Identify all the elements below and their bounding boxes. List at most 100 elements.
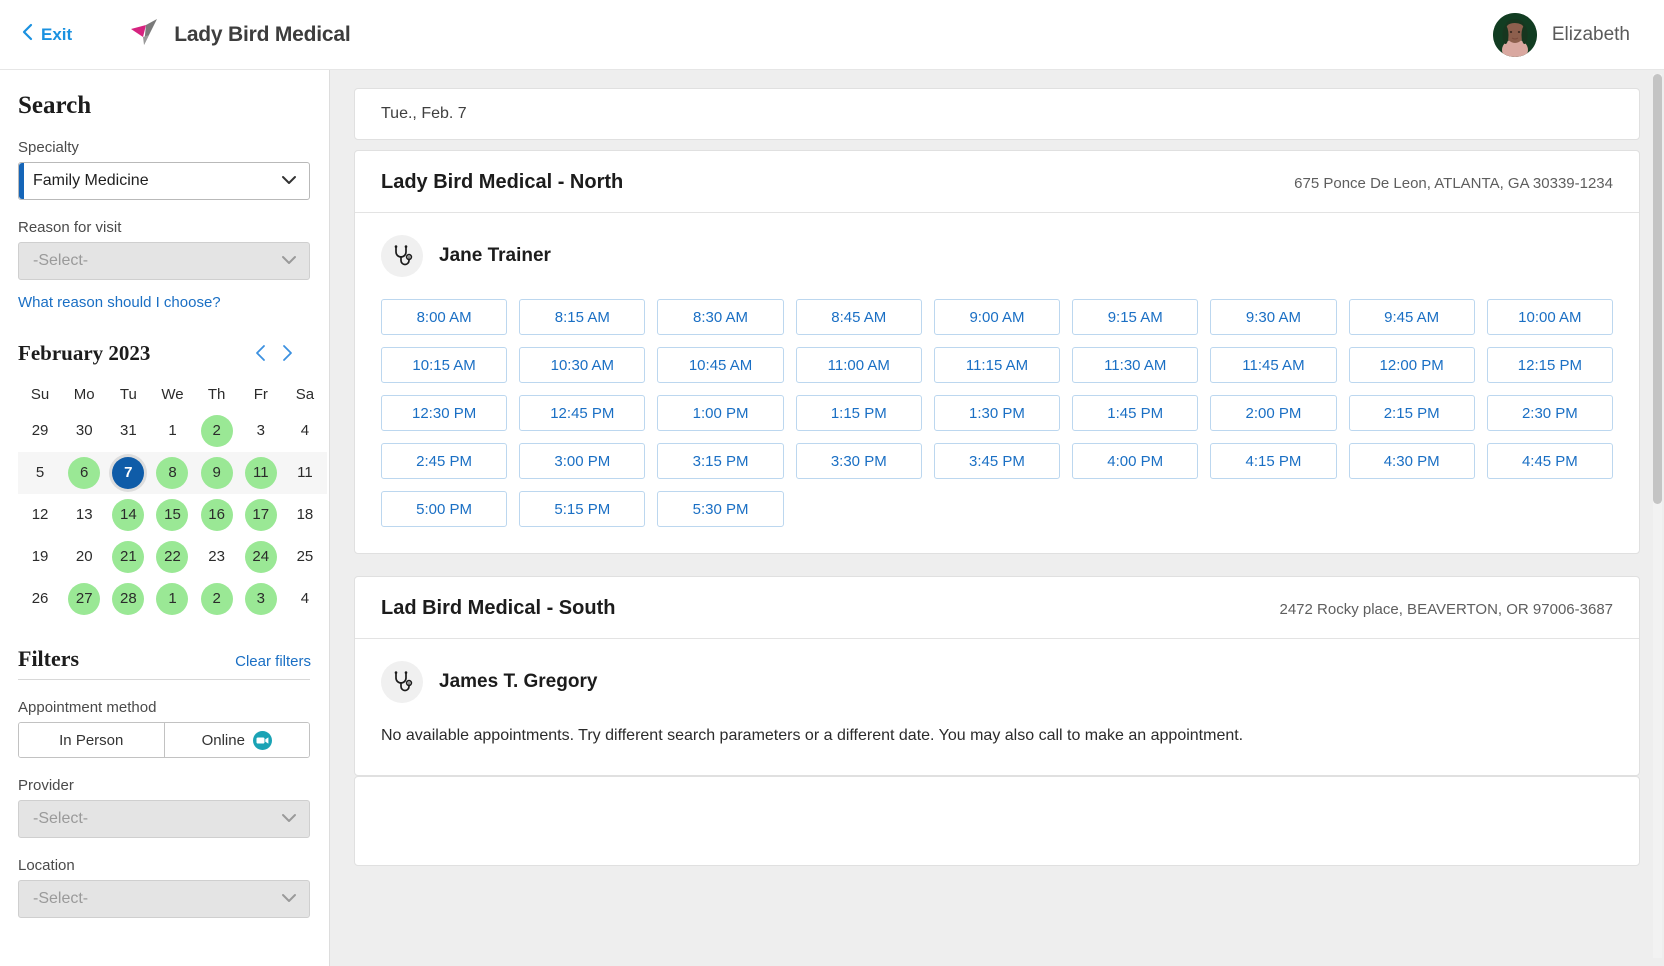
calendar-day-21[interactable]: 21 — [112, 541, 145, 573]
calendar-cell: 12 — [18, 494, 62, 536]
calendar-cell: 9 — [195, 452, 239, 494]
calendar-day-11[interactable]: 11 — [244, 457, 277, 489]
appointment-method-in-person[interactable]: In Person — [19, 723, 164, 757]
calendar-day-26[interactable]: 26 — [24, 583, 56, 615]
calendar-day-25[interactable]: 25 — [289, 541, 321, 573]
time-slot-button[interactable]: 8:45 AM — [795, 299, 922, 335]
time-slot-button[interactable]: 1:45 PM — [1072, 395, 1199, 431]
calendar-day-5[interactable]: 5 — [24, 457, 56, 489]
time-slot-button[interactable]: 5:15 PM — [519, 491, 646, 527]
calendar-day-2[interactable]: 2 — [200, 583, 233, 615]
calendar-day-28[interactable]: 28 — [112, 583, 145, 615]
time-slot-button[interactable]: 11:15 AM — [933, 347, 1061, 383]
time-slot-button[interactable]: 12:00 PM — [1348, 347, 1475, 383]
time-slot-button[interactable]: 1:15 PM — [795, 395, 922, 431]
calendar-day-12[interactable]: 12 — [24, 499, 56, 531]
time-slot-button[interactable]: 3:30 PM — [795, 443, 922, 479]
calendar-day-4[interactable]: 4 — [289, 583, 321, 615]
time-slot-button[interactable]: 9:15 AM — [1072, 299, 1199, 335]
calendar-day-2[interactable]: 2 — [200, 415, 233, 447]
calendar-day-1[interactable]: 1 — [156, 415, 188, 447]
calendar-day-22[interactable]: 22 — [156, 541, 189, 573]
time-slot-button[interactable]: 11:45 AM — [1210, 347, 1337, 383]
calendar-day-8[interactable]: 8 — [156, 457, 189, 489]
time-slot-button[interactable]: 4:15 PM — [1210, 443, 1337, 479]
calendar-day-23[interactable]: 23 — [201, 541, 233, 573]
location-card-partial — [354, 776, 1640, 866]
calendar-day-6[interactable]: 6 — [68, 457, 101, 489]
appointment-method-online[interactable]: Online — [163, 723, 309, 757]
calendar-day-20[interactable]: 20 — [68, 541, 100, 573]
calendar-day-16[interactable]: 16 — [200, 499, 233, 531]
time-slot-button[interactable]: 5:30 PM — [657, 491, 784, 527]
time-slot-button[interactable]: 4:00 PM — [1072, 443, 1199, 479]
time-slot-button[interactable]: 8:00 AM — [381, 299, 508, 335]
time-slot-button[interactable]: 9:00 AM — [933, 299, 1061, 335]
main-scrollbar[interactable] — [1653, 74, 1662, 958]
time-slot-button[interactable]: 3:45 PM — [933, 443, 1061, 479]
appointment-method-toggle[interactable]: In Person Online — [18, 722, 310, 758]
time-slot-button[interactable]: 10:30 AM — [519, 347, 646, 383]
time-slot-button[interactable]: 2:45 PM — [381, 443, 508, 479]
calendar-day-3[interactable]: 3 — [245, 415, 277, 447]
time-slot-button[interactable]: 12:15 PM — [1486, 347, 1613, 383]
calendar-cell: 3 — [239, 410, 283, 452]
time-slot-button[interactable]: 12:30 PM — [381, 395, 508, 431]
clear-filters-link[interactable]: Clear filters — [235, 653, 311, 670]
calendar-day-4[interactable]: 4 — [289, 415, 321, 447]
calendar-day-15[interactable]: 15 — [156, 499, 189, 531]
calendar-day-13[interactable]: 13 — [68, 499, 100, 531]
calendar-day-1[interactable]: 1 — [156, 583, 189, 615]
time-slot-button[interactable]: 5:00 PM — [381, 491, 508, 527]
time-slot-button[interactable]: 9:45 AM — [1348, 299, 1475, 335]
calendar-day-24[interactable]: 24 — [244, 541, 277, 573]
time-slot-button[interactable]: 3:00 PM — [519, 443, 646, 479]
time-slot-button[interactable]: 11:30 AM — [1072, 347, 1199, 383]
provider-select[interactable]: -Select- — [18, 800, 310, 838]
calendar-next-month-button[interactable] — [281, 344, 293, 362]
sidebar-scrollbar[interactable] — [322, 70, 329, 966]
main-scrollbar-thumb[interactable] — [1653, 74, 1662, 504]
location-label: Location — [18, 857, 75, 874]
exit-button[interactable]: Exit — [22, 23, 72, 46]
time-slot-button[interactable]: 8:30 AM — [657, 299, 784, 335]
reason-select[interactable]: -Select- — [18, 242, 310, 280]
calendar-day-29[interactable]: 29 — [24, 415, 56, 447]
calendar-day-18[interactable]: 18 — [289, 499, 321, 531]
calendar-prev-month-button[interactable] — [255, 344, 267, 362]
user-menu[interactable]: Elizabeth — [1492, 12, 1630, 57]
user-name: Elizabeth — [1551, 23, 1630, 45]
time-slot-button[interactable]: 10:15 AM — [381, 347, 508, 383]
calendar-day-3[interactable]: 3 — [244, 583, 277, 615]
time-slot-button[interactable]: 9:30 AM — [1210, 299, 1337, 335]
calendar-day-17[interactable]: 17 — [244, 499, 277, 531]
calendar-day-14[interactable]: 14 — [112, 499, 145, 531]
specialty-select[interactable]: Family Medicine — [18, 162, 310, 200]
time-slot-button[interactable]: 1:00 PM — [657, 395, 784, 431]
calendar-weekday-su: Su — [30, 385, 50, 403]
time-slot-button[interactable]: 4:45 PM — [1486, 443, 1613, 479]
no-appointments-message: No available appointments. Try different… — [381, 727, 1244, 744]
location-card: Lad Bird Medical - South 2472 Rocky place… — [354, 576, 1640, 776]
calendar-day-30[interactable]: 30 — [68, 415, 100, 447]
calendar-day-19[interactable]: 19 — [24, 541, 56, 573]
time-slot-button[interactable]: 2:00 PM — [1210, 395, 1337, 431]
calendar-day-9[interactable]: 9 — [200, 457, 233, 489]
reason-help-link[interactable]: What reason should I choose? — [18, 294, 221, 311]
time-slot-button[interactable]: 1:30 PM — [933, 395, 1061, 431]
calendar-day-31[interactable]: 31 — [112, 415, 144, 447]
time-slot-button[interactable]: 8:15 AM — [519, 299, 646, 335]
time-slot-button[interactable]: 12:45 PM — [519, 395, 646, 431]
time-slot-button[interactable]: 2:15 PM — [1348, 395, 1475, 431]
time-slot-button[interactable]: 2:30 PM — [1486, 395, 1613, 431]
time-slot-button[interactable]: 11:00 AM — [795, 347, 922, 383]
calendar-day-27[interactable]: 27 — [68, 583, 101, 615]
time-slot-button[interactable]: 3:15 PM — [657, 443, 784, 479]
calendar-week-row: 19 20 21 22 23 24 25 — [18, 536, 327, 578]
calendar-day-11[interactable]: 11 — [289, 457, 321, 489]
calendar-day-7-selected[interactable]: 7 — [112, 457, 145, 489]
location-select[interactable]: -Select- — [18, 880, 310, 918]
time-slot-button[interactable]: 4:30 PM — [1348, 443, 1475, 479]
time-slot-button[interactable]: 10:00 AM — [1486, 299, 1613, 335]
time-slot-button[interactable]: 10:45 AM — [657, 347, 784, 383]
